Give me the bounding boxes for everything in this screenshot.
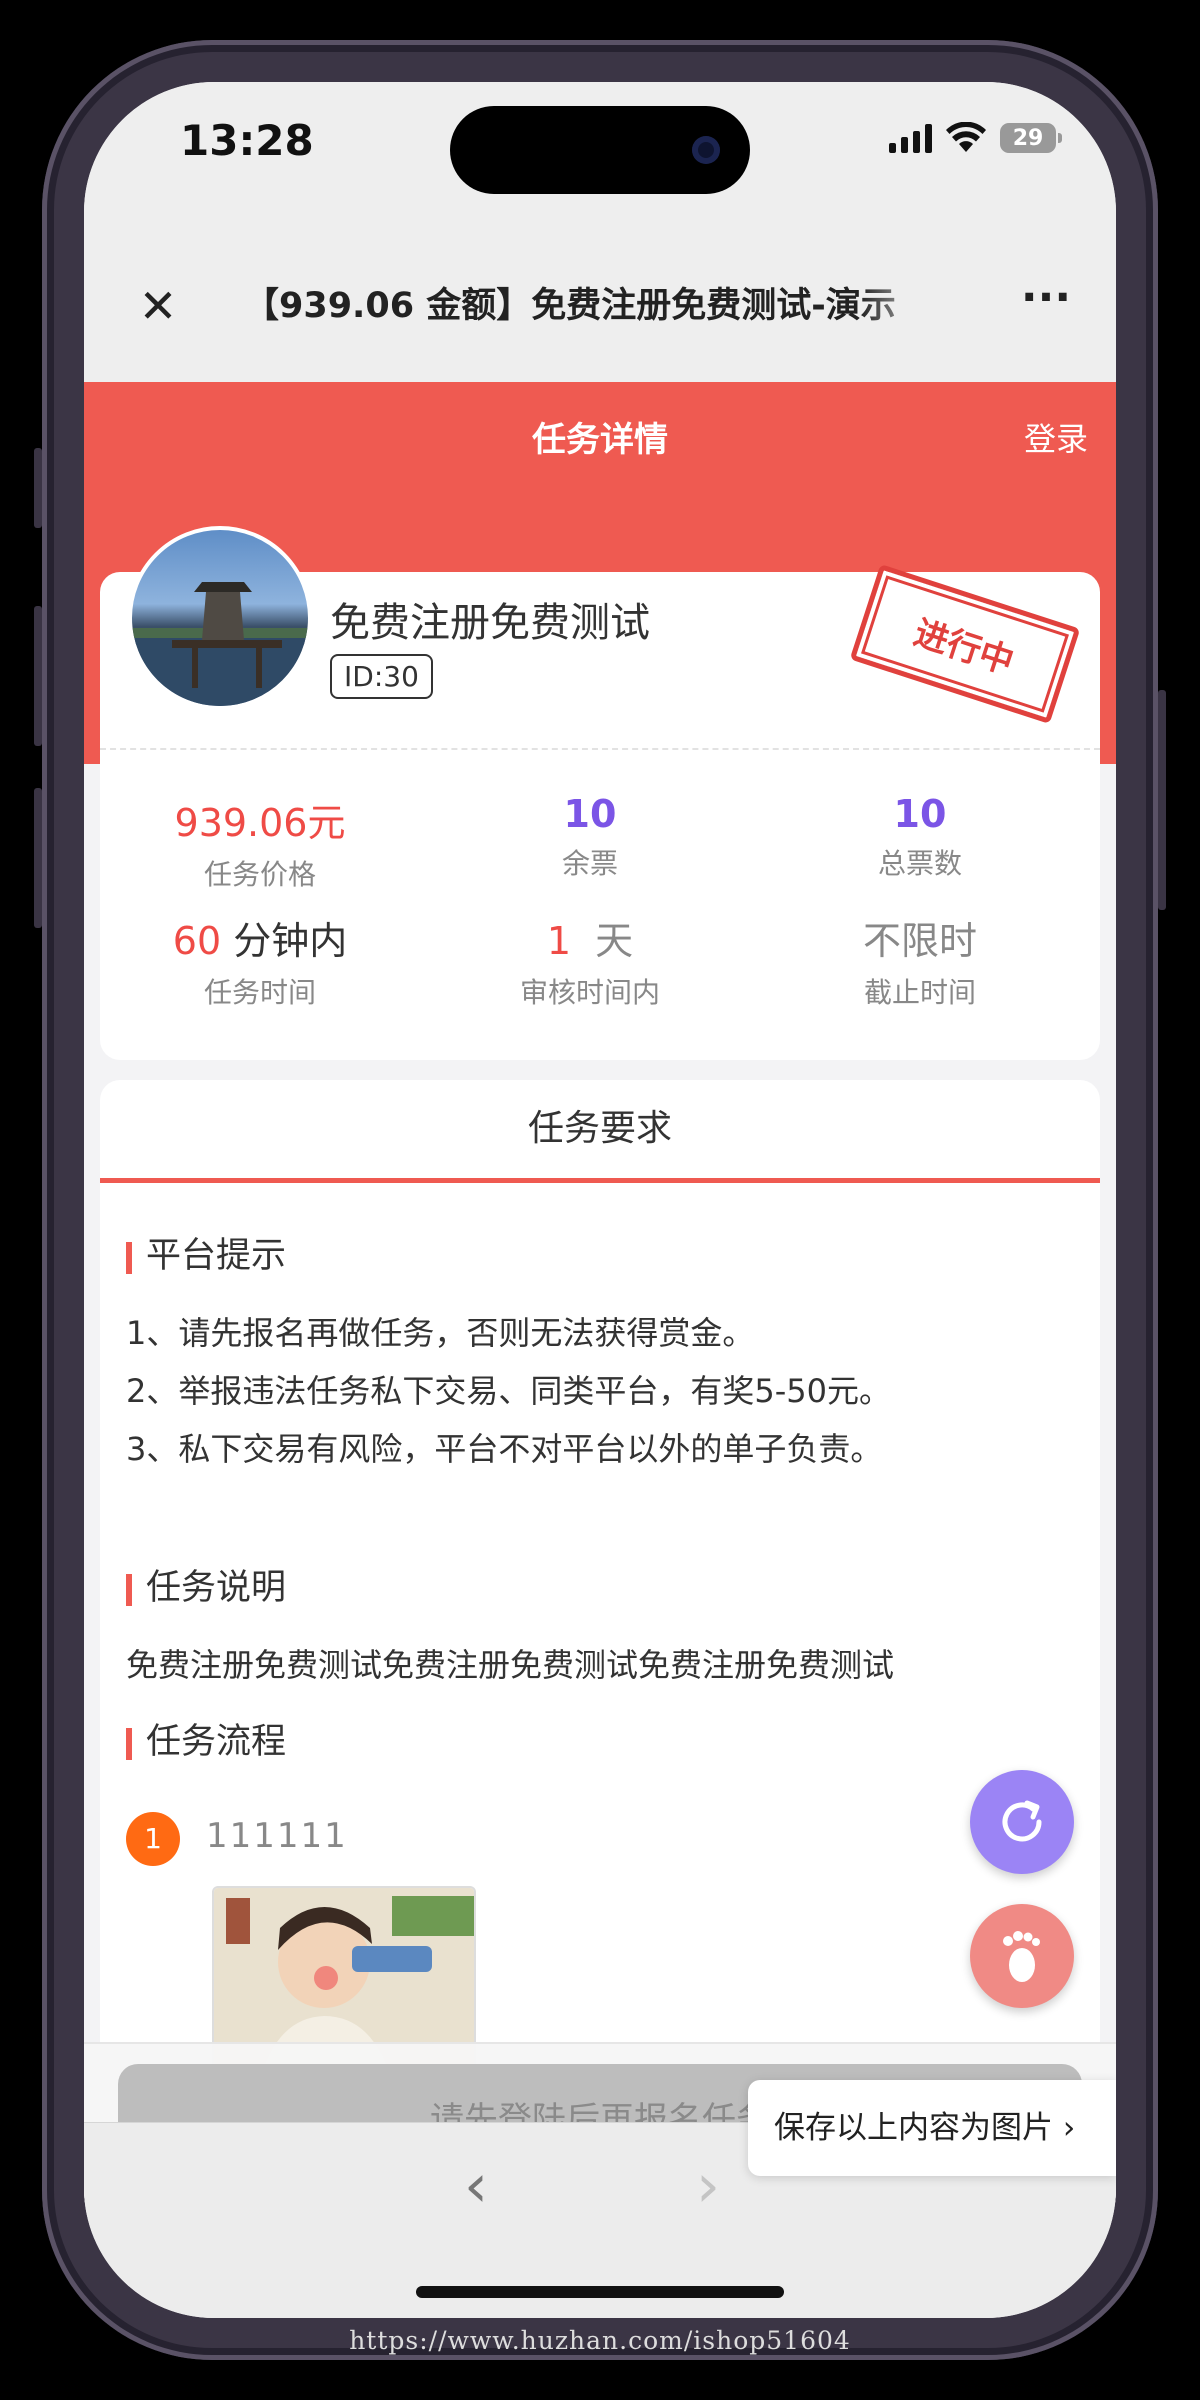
stat-total: 10 总票数 [760,792,1080,882]
duration-unit: 分钟内 [233,919,348,963]
requirements-tab[interactable]: 任务要求 [100,1080,1100,1183]
platform-tip-1: 1、请先报名再做任务，否则无法获得赏金。 [126,1314,755,1352]
side-button-mute [34,448,42,528]
save-as-image-button[interactable]: 保存以上内容为图片 › [748,2080,1116,2176]
remaining-label: 余票 [561,847,618,880]
side-button-power [1158,690,1166,910]
divider [100,748,1100,750]
login-link[interactable]: 登录 [1024,414,1088,460]
footprint-button[interactable] [970,1904,1074,2008]
review-number: 1 [546,919,571,963]
more-icon[interactable]: ··· [1016,276,1076,336]
description-title: 任务说明 [126,1568,286,1608]
back-icon[interactable]: ‹ [464,2151,488,2221]
description-text: 免费注册免费测试免费注册免费测试免费注册免费测试 [126,1646,895,1684]
camera-icon [692,136,720,164]
step-text: 111111 [206,1816,348,1856]
review-unit: 天 [595,919,634,963]
platform-tip-title: 平台提示 [126,1236,286,1276]
review-label: 审核时间内 [519,976,660,1009]
stat-duration: 60 分钟内 任务时间 [100,910,420,1011]
task-summary-card: 免费注册免费测试 ID:30 进行中 939.06元 任务价格 10 余票 10… [100,526,1100,1060]
screen: 13:28 29 ✕ 【939.06 金额】免费注册免费测试-演示 ··· 任务… [84,82,1116,2318]
browser-title-bar: ✕ 【939.06 金额】免费注册免费测试-演示 ··· [84,232,1116,382]
task-name: 免费注册免费测试 [330,600,650,646]
home-indicator[interactable] [416,2286,784,2298]
task-id-badge: ID:30 [330,654,433,699]
status-time: 13:28 [180,116,314,165]
stat-price: 939.06元 任务价格 [100,792,420,893]
refresh-icon [1002,1800,1042,1842]
status-bar: 13:28 29 [84,82,1116,232]
status-icons: 29 [889,122,1062,154]
avatar-photo [132,582,308,706]
deadline-label: 截止时间 [863,976,976,1009]
cellular-signal-icon [889,123,932,153]
duration-label: 任务时间 [203,976,316,1009]
side-button-volume-up [34,606,42,746]
platform-tip-3: 3、私下交易有风险，平台不对平台以外的单子负责。 [126,1430,883,1468]
duration-number: 60 [172,919,222,963]
stat-deadline: 不限时 截止时间 [760,910,1080,1011]
side-button-volume-down [34,788,42,928]
status-stamp: 进行中 [849,564,1081,724]
avatar [128,526,312,710]
footprint-icon [1003,1931,1040,1982]
forward-icon[interactable]: › [696,2151,720,2221]
step-number-badge: 1 [126,1812,180,1866]
price-value: 939.06元 [174,801,346,845]
close-icon[interactable]: ✕ [128,276,188,336]
stat-remaining: 10 余票 [430,792,750,882]
wifi-icon [946,122,986,152]
requirements-card: 任务要求 平台提示 1、请先报名再做任务，否则无法获得赏金。 2、举报违法任务私… [100,1080,1100,2202]
refresh-button[interactable] [970,1770,1074,1874]
page-content[interactable]: 任务详情 登录 免费注册免费测试 ID:30 进行中 939.06元 任务价格 … [84,382,1116,2202]
stat-review: 1 天 审核时间内 [430,910,750,1011]
header-title: 任务详情 [532,420,668,460]
page-title: 【939.06 金额】免费注册免费测试-演示 [244,286,896,326]
platform-tip-2: 2、举报违法任务私下交易、同类平台，有奖5-50元。 [126,1372,891,1410]
watermark: https://www.huzhan.com/ishop51604 [349,2326,851,2355]
dynamic-island [450,106,750,194]
remaining-value: 10 [563,792,617,836]
total-label: 总票数 [877,847,962,880]
process-title: 任务流程 [126,1722,286,1762]
battery-icon: 29 [1000,123,1062,153]
price-label: 任务价格 [203,858,316,891]
total-value: 10 [893,792,947,836]
deadline-value: 不限时 [862,919,977,963]
